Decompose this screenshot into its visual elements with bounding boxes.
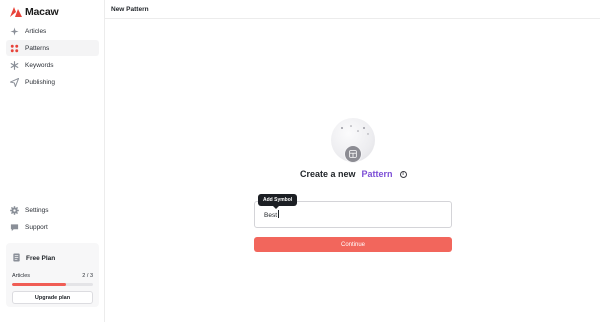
sidebar-item-publishing[interactable]: Publishing xyxy=(6,74,99,90)
plan-card: Free Plan Articles 2 / 3 Upgrade plan xyxy=(6,243,99,307)
chat-icon xyxy=(10,223,19,232)
text-caret xyxy=(278,210,279,218)
sidebar-item-support[interactable]: Support xyxy=(6,219,99,235)
sidebar-item-patterns[interactable]: Patterns xyxy=(6,40,99,56)
send-icon xyxy=(10,77,19,87)
tooltip-arrow xyxy=(273,206,279,209)
pattern-badge-icon xyxy=(344,145,362,163)
plan-usage-row: Articles 2 / 3 xyxy=(12,273,93,279)
sidebar-nav: Articles Patterns Keywords Publishing xyxy=(6,23,99,91)
plan-usage-count: 2 / 3 xyxy=(82,273,93,279)
macaw-logo-icon xyxy=(10,7,22,17)
sidebar-item-label: Support xyxy=(25,223,48,231)
app-logo[interactable]: Macaw xyxy=(10,6,59,18)
sidebar-item-settings[interactable]: Settings xyxy=(6,202,99,218)
sparkle-icon xyxy=(10,26,19,36)
sidebar-item-label: Keywords xyxy=(25,61,54,69)
document-icon xyxy=(12,249,21,267)
upgrade-plan-button[interactable]: Upgrade plan xyxy=(12,291,93,304)
create-pattern-heading: Create a new Pattern i xyxy=(300,169,410,179)
plan-title: Free Plan xyxy=(26,254,56,262)
sidebar-item-label: Settings xyxy=(25,206,49,214)
sidebar-bottom-nav: Settings Support xyxy=(6,202,99,236)
sidebar-item-articles[interactable]: Articles xyxy=(6,23,99,39)
app-name: Macaw xyxy=(25,6,59,18)
heading-accent: Pattern xyxy=(361,169,393,179)
pattern-icon xyxy=(10,44,19,53)
sidebar-item-label: Publishing xyxy=(25,78,55,86)
sidebar: Macaw Articles Patterns Keywords Publish… xyxy=(0,0,105,322)
plan-progress-bar xyxy=(12,283,93,286)
plan-progress-fill xyxy=(12,283,67,286)
add-symbol-tooltip[interactable]: Add Symbol xyxy=(258,194,298,206)
top-bar: New Pattern xyxy=(105,0,600,19)
asterisk-icon xyxy=(10,60,19,70)
sidebar-item-label: Articles xyxy=(25,27,47,35)
pattern-input-value: Best xyxy=(264,210,279,219)
gear-icon xyxy=(10,205,19,215)
sidebar-item-label: Patterns xyxy=(25,44,50,52)
heading-text: Create a new xyxy=(300,169,356,179)
plan-usage-label: Articles xyxy=(12,273,31,279)
page-title: New Pattern xyxy=(111,6,149,13)
continue-button[interactable]: Continue xyxy=(254,237,452,252)
info-icon[interactable]: i xyxy=(399,170,407,178)
sidebar-item-keywords[interactable]: Keywords xyxy=(6,57,99,73)
